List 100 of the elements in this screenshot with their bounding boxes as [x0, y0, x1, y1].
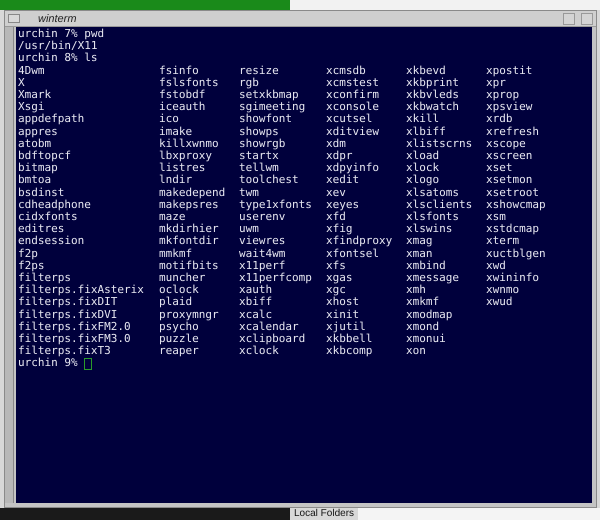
file-name: showfont [239, 113, 292, 126]
maximize-button[interactable] [581, 12, 593, 24]
file-name: xeyes [326, 198, 360, 212]
scrollbar[interactable] [5, 27, 14, 503]
file-name: xdpr [326, 150, 354, 162]
file-name: xlsclients [406, 198, 474, 212]
file-name: x11perf [239, 260, 286, 272]
file-name: iceauth [159, 101, 206, 114]
file-name: xfs [326, 260, 347, 272]
file-name: xkbvleds [406, 89, 460, 102]
file-name: xclock [239, 345, 279, 358]
file-name: xsetmon [486, 174, 534, 187]
file-name: userenv [239, 211, 286, 224]
file-name: filterps.fixDVI [18, 308, 118, 321]
file-name: imake [159, 126, 194, 138]
file-name: sgimeeting [239, 101, 306, 114]
file-name: xscope [486, 138, 527, 150]
file-name: startx [239, 150, 279, 162]
file-name: motifbits [159, 260, 220, 272]
file-name: xjutil [326, 320, 367, 334]
file-name: xmodmap [406, 308, 454, 321]
file-name: reaper [159, 345, 200, 358]
file-name: endsession [18, 235, 86, 248]
file-name: xcmstest [326, 76, 380, 90]
file-name: Xmark [18, 89, 52, 102]
file-name: xkbevd [406, 64, 447, 77]
file-name: xmessage [406, 272, 460, 284]
file-name: xlock [406, 162, 440, 174]
file-name: xmbind [406, 260, 447, 272]
file-name: bdftopcf [18, 150, 72, 162]
file-name: xload [406, 150, 440, 162]
file-name: Xsgi [18, 101, 44, 114]
file-name: xconfirm [326, 89, 380, 102]
file-name: lndir [159, 174, 194, 187]
file-name: xkbprint [406, 76, 460, 90]
file-name: bmtoa [18, 174, 52, 187]
file-name: xcalc [239, 308, 274, 321]
file-name: lbxproxy [159, 150, 213, 162]
file-name: editres [18, 223, 66, 236]
file-name: showrgb [239, 138, 286, 150]
file-name: xprop [486, 89, 520, 102]
file-name: toolchest [239, 174, 300, 187]
file-name: appdefpath [18, 113, 86, 126]
file-name: xlswins [406, 223, 454, 236]
file-name: xfontsel [326, 248, 380, 260]
window-menu-button[interactable] [8, 14, 20, 23]
file-name: xlistscrns [406, 138, 474, 150]
file-name: xfig [326, 223, 352, 236]
file-name: cdheadphone [18, 198, 92, 212]
file-name: bitmap [18, 162, 58, 174]
file-name: xkbbell [326, 333, 374, 346]
terminal-line: /usr/bin/X11 [18, 40, 98, 52]
shell-prompt: urchin 9% [18, 357, 78, 370]
file-name: xev [326, 186, 347, 199]
file-name: fstobdf [159, 89, 206, 102]
file-name: psycho [159, 320, 199, 334]
file-name: f2ps [18, 260, 46, 272]
file-name: plaid [159, 296, 194, 309]
file-name: wait4wm [239, 248, 286, 260]
file-name: atobm [18, 138, 52, 150]
file-name: xkill [406, 113, 440, 126]
file-name: xkbwatch [406, 101, 460, 114]
file-name: xdm [326, 138, 347, 150]
file-name: uwm [239, 223, 260, 236]
file-name: xmonui [406, 333, 447, 346]
file-name: proxymngr [159, 308, 220, 321]
file-name: xedit [326, 174, 360, 187]
window-title: winterm [38, 12, 78, 24]
file-name: xsetroot [486, 186, 540, 199]
file-name: xlsatoms [406, 186, 460, 199]
file-name: xconsole [326, 101, 380, 114]
file-name: viewres [239, 235, 286, 248]
file-name: xauth [239, 284, 272, 296]
file-name: xmkmf [406, 296, 440, 309]
file-name: filterps.fixFM3.0 [18, 333, 132, 346]
file-name: xscreen [486, 150, 534, 162]
file-name: tellwm [239, 162, 280, 174]
file-name: twm [239, 186, 260, 199]
file-name: xrdb [486, 113, 512, 126]
minimize-button[interactable] [563, 12, 575, 24]
file-name: rgb [239, 76, 260, 90]
file-name: appres [18, 126, 59, 138]
file-name: setxkbmap [239, 89, 300, 102]
file-name: xlogo [406, 174, 440, 187]
file-name: xcutsel [326, 113, 374, 126]
file-name: fslsfonts [159, 76, 220, 90]
file-name: xwininfo [486, 272, 540, 284]
file-name: xmond [406, 320, 440, 334]
file-name: xterm [486, 235, 520, 248]
file-name: filterps [18, 272, 72, 284]
file-name: xkbcomp [326, 345, 374, 358]
file-name: xmag [406, 235, 434, 248]
file-name: xmh [406, 284, 426, 296]
file-name: makepsres [159, 198, 219, 212]
file-name: xlsfonts [406, 211, 460, 224]
file-name: xsm [486, 211, 506, 224]
file-name: filterps.fixT3 [18, 345, 111, 358]
file-name: xuctblgen [486, 248, 547, 260]
terminal-line: urchin 8% ls [18, 52, 98, 65]
file-name: xgas [326, 272, 354, 284]
